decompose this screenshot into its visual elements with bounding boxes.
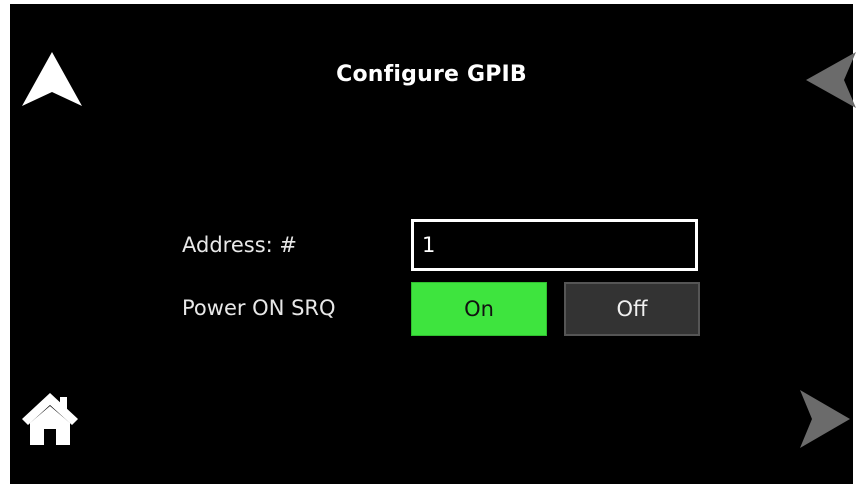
back-button[interactable] — [804, 50, 856, 110]
srq-off-button[interactable]: Off — [564, 282, 700, 336]
gpib-config-screen: Configure GPIB Address: # 1 Power ON SRQ… — [10, 4, 856, 484]
home-icon — [22, 393, 78, 445]
srq-label: Power ON SRQ — [182, 296, 336, 320]
srq-on-button[interactable]: On — [411, 282, 547, 336]
left-arrow-icon — [806, 52, 856, 108]
address-label: Address: # — [182, 233, 297, 257]
page-title: Configure GPIB — [336, 62, 527, 87]
right-arrow-icon — [800, 390, 850, 448]
home-button[interactable] — [20, 391, 80, 447]
forward-button[interactable] — [800, 388, 852, 450]
address-field[interactable]: 1 — [411, 219, 698, 271]
